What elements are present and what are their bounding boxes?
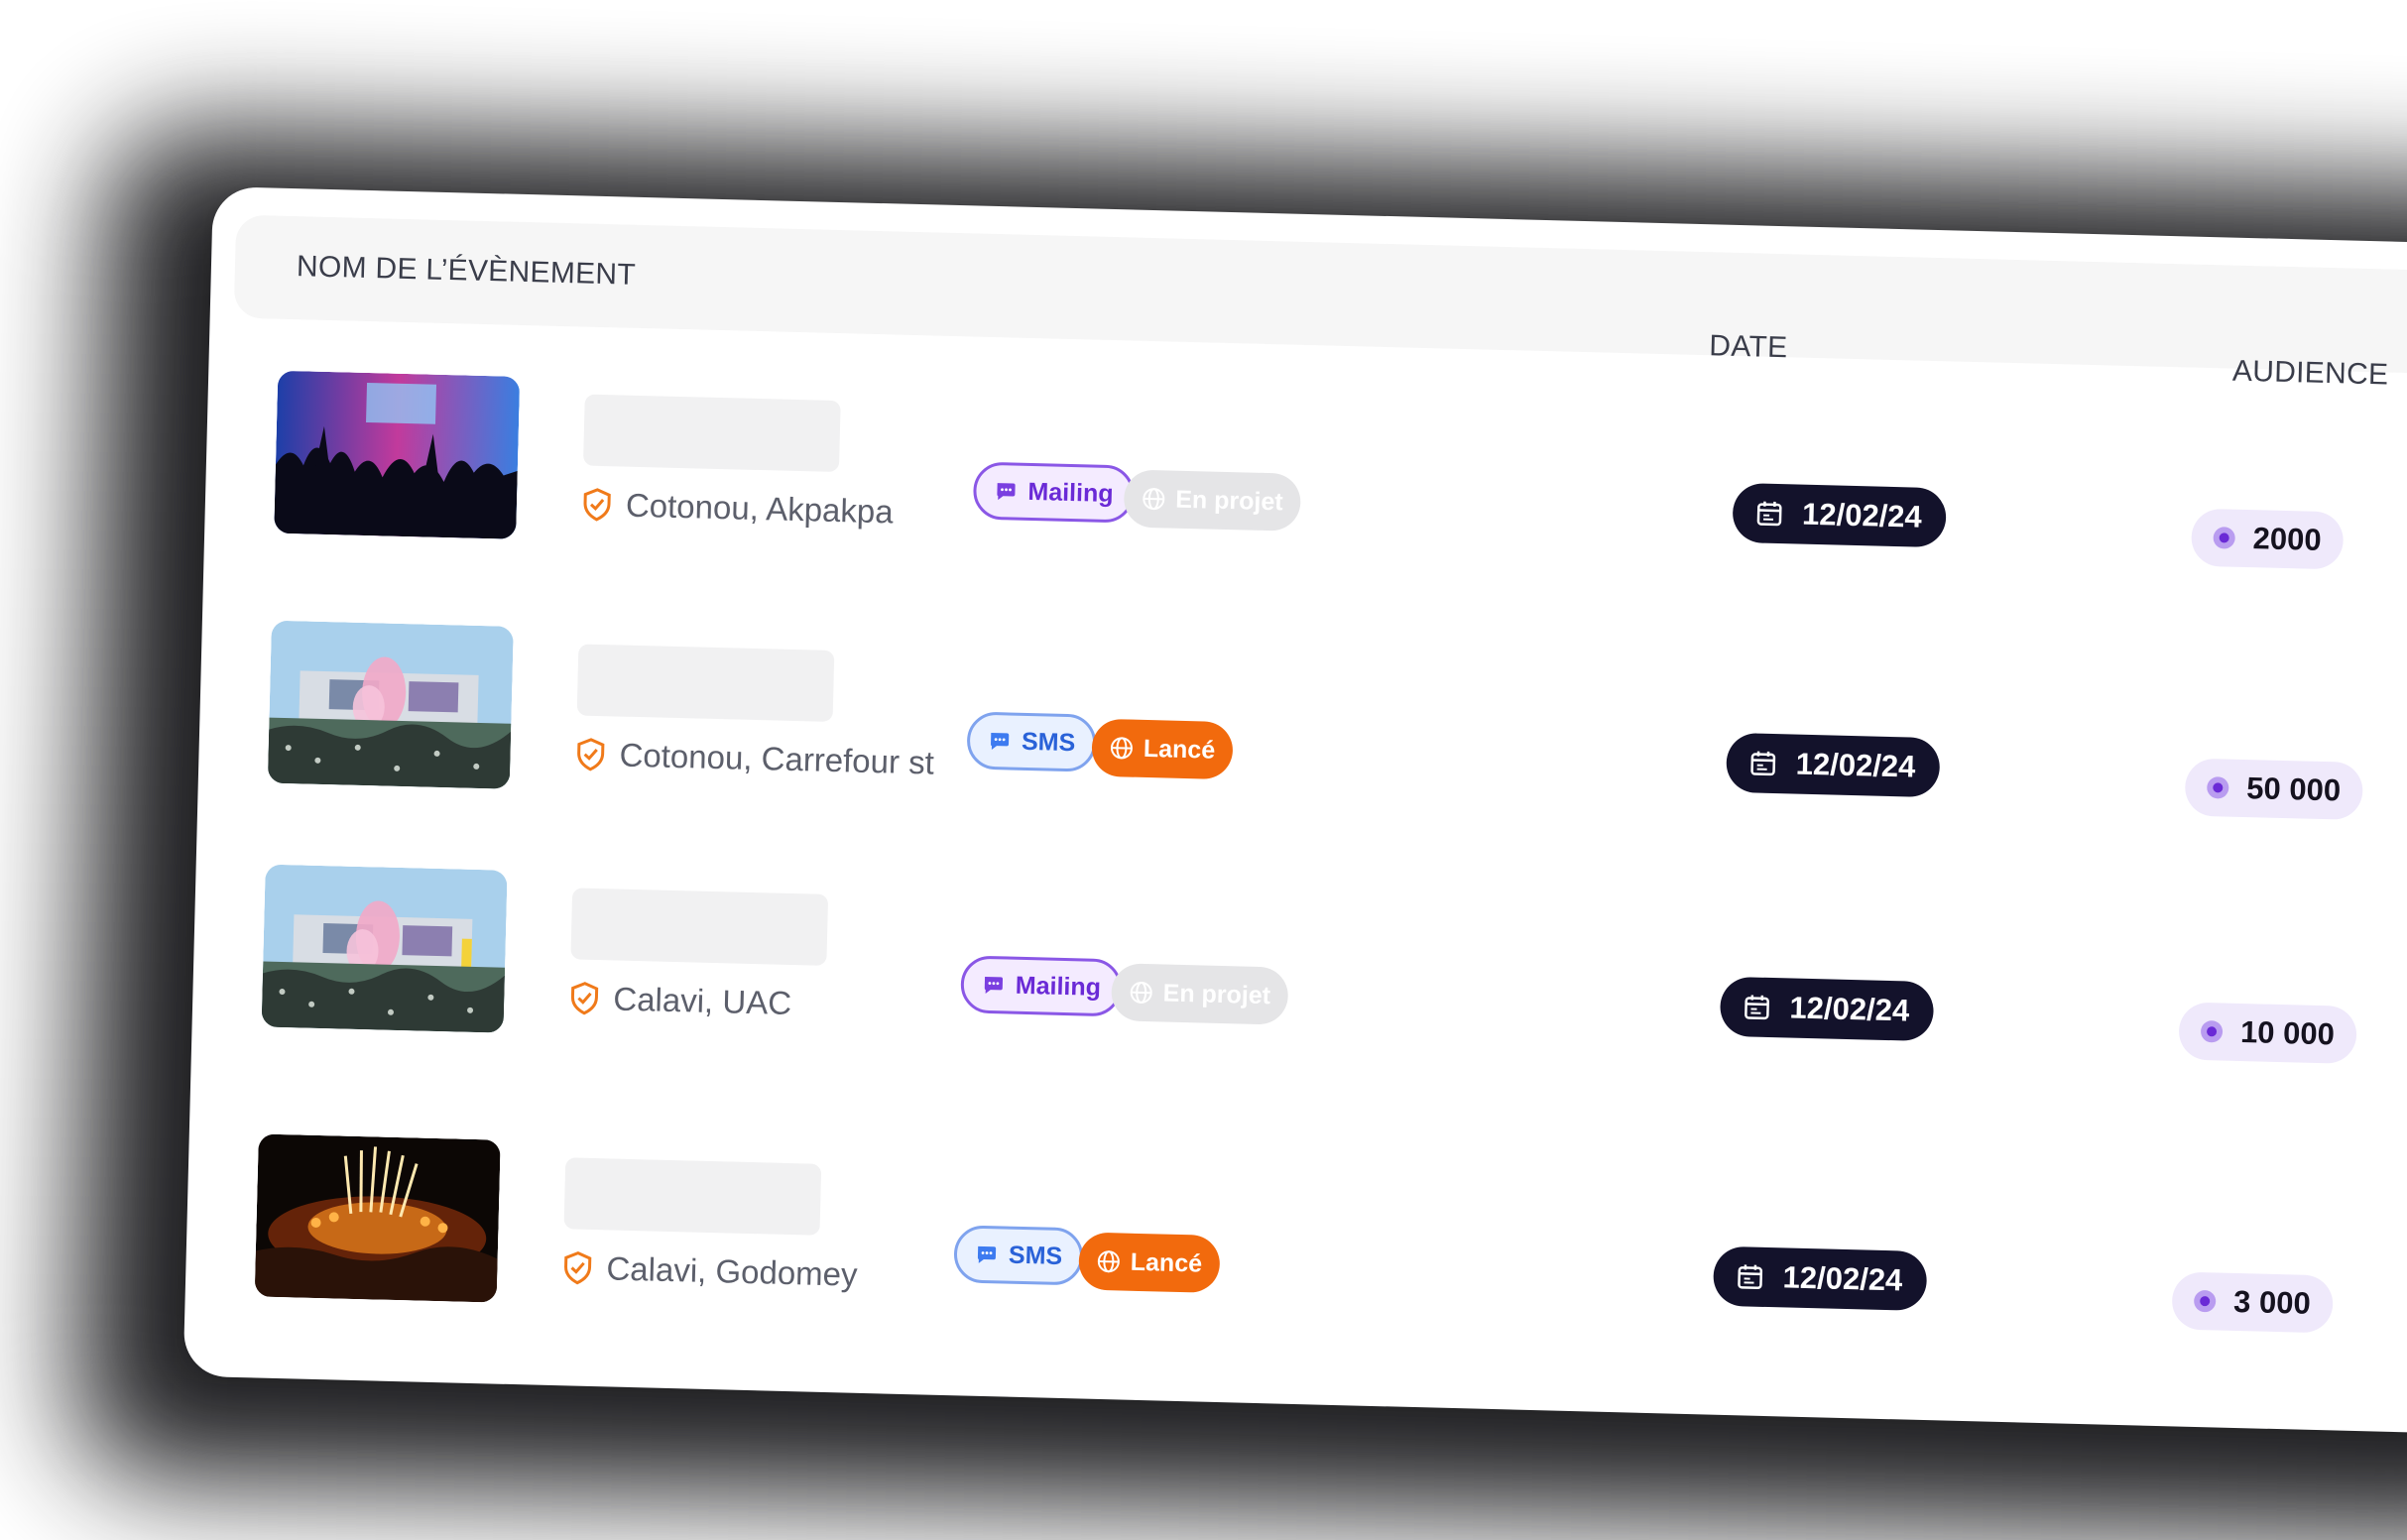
location-shield-icon bbox=[577, 738, 605, 771]
audience-badge: 10 000 bbox=[2178, 1002, 2357, 1064]
globe-icon bbox=[1097, 1250, 1120, 1273]
event-thumbnail bbox=[267, 620, 514, 789]
event-name-placeholder bbox=[563, 1157, 822, 1236]
date-badge: 12/02/24 bbox=[1732, 482, 1947, 548]
chat-bubble-icon bbox=[997, 483, 1016, 501]
calendar-icon bbox=[1745, 995, 1769, 1020]
event-location: Calavi, Godomey bbox=[606, 1249, 859, 1293]
events-table: NOM DE L’ÉVÈNEMENT DATE AUDIENCE Cotonou… bbox=[182, 186, 2407, 1437]
eye-icon bbox=[2201, 1020, 2224, 1043]
status-badge-en-projet[interactable]: En projet bbox=[1111, 963, 1289, 1025]
eye-icon bbox=[2207, 776, 2229, 799]
table-row[interactable]: Cotonou, Akpakpa Mailing En projet 12/02… bbox=[203, 369, 2407, 628]
event-thumbnail bbox=[261, 864, 508, 1033]
table-row[interactable]: Cotonou, Carrefour st SMS Lancé 12/02/24… bbox=[197, 619, 2407, 878]
audience-badge: 2000 bbox=[2190, 508, 2345, 570]
location-shield-icon bbox=[583, 488, 611, 522]
status-badge-lance[interactable]: Lancé bbox=[1078, 1232, 1221, 1294]
audience-badge: 3 000 bbox=[2171, 1271, 2334, 1334]
event-name-placeholder bbox=[576, 644, 835, 722]
table-row[interactable]: Calavi, Godomey SMS Lancé 12/02/24 3 000 bbox=[184, 1132, 2407, 1391]
event-location: Cotonou, Carrefour st bbox=[619, 736, 935, 781]
event-name-placeholder bbox=[570, 888, 829, 966]
calendar-icon bbox=[1750, 751, 1776, 776]
calendar-icon bbox=[1738, 1264, 1763, 1290]
event-thumbnail bbox=[274, 370, 521, 539]
date-badge: 12/02/24 bbox=[1712, 1245, 1928, 1312]
event-name-placeholder bbox=[582, 394, 841, 473]
event-location: Calavi, UAC bbox=[612, 980, 792, 1022]
chat-bubble-icon bbox=[991, 733, 1010, 751]
eye-icon bbox=[2194, 1290, 2217, 1313]
globe-icon bbox=[1130, 981, 1152, 1004]
channel-badge-sms[interactable]: SMS bbox=[953, 1225, 1084, 1286]
location-shield-icon bbox=[564, 1251, 592, 1285]
column-header-audience[interactable]: AUDIENCE bbox=[2232, 355, 2389, 393]
chat-bubble-icon bbox=[977, 1245, 997, 1263]
date-badge: 12/02/24 bbox=[1726, 732, 1941, 798]
chat-bubble-icon bbox=[984, 976, 1004, 994]
calendar-icon bbox=[1756, 501, 1782, 527]
status-badge-lance[interactable]: Lancé bbox=[1091, 718, 1234, 780]
event-thumbnail bbox=[254, 1133, 501, 1303]
table-header bbox=[233, 214, 2407, 379]
location-shield-icon bbox=[570, 982, 599, 1015]
channel-badge-mailing[interactable]: Mailing bbox=[960, 955, 1123, 1017]
table-row[interactable]: Calavi, UAC Mailing En projet 12/02/24 1… bbox=[191, 863, 2407, 1122]
globe-icon bbox=[1110, 737, 1133, 760]
channel-badge-mailing[interactable]: Mailing bbox=[972, 461, 1136, 524]
globe-icon bbox=[1143, 488, 1165, 511]
event-location: Cotonou, Akpakpa bbox=[625, 486, 895, 531]
status-badge-en-projet[interactable]: En projet bbox=[1123, 469, 1302, 532]
column-header-date[interactable]: DATE bbox=[1709, 329, 1788, 365]
date-badge: 12/02/24 bbox=[1719, 976, 1934, 1042]
audience-badge: 50 000 bbox=[2184, 758, 2363, 821]
eye-icon bbox=[2213, 527, 2235, 549]
channel-badge-sms[interactable]: SMS bbox=[966, 711, 1097, 772]
